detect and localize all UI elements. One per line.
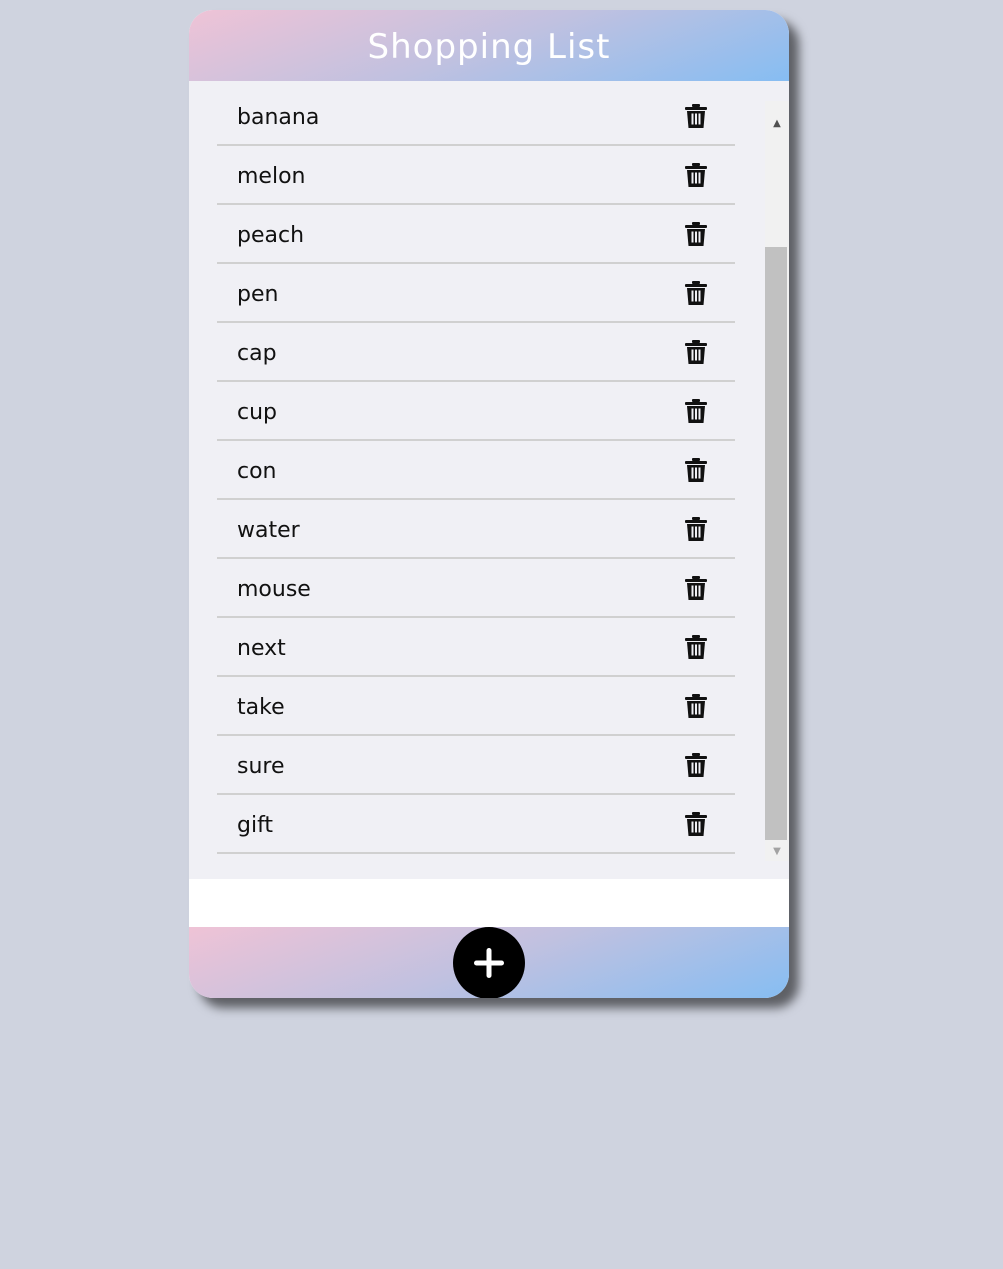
list-item-label: take	[237, 695, 285, 720]
list-item-label: melon	[237, 164, 306, 189]
scroll-down-arrow-icon[interactable]: ▼	[765, 843, 789, 859]
list-item-label: sure	[237, 754, 285, 779]
trash-icon[interactable]	[685, 576, 707, 600]
list-item[interactable]: gift	[217, 795, 735, 854]
list-item-label: mouse	[237, 577, 311, 602]
trash-icon[interactable]	[685, 694, 707, 718]
trash-icon[interactable]	[685, 753, 707, 777]
list-item[interactable]: next	[217, 618, 735, 677]
plus-icon	[474, 948, 504, 978]
list-item[interactable]: take	[217, 677, 735, 736]
list-item-label: cap	[237, 341, 277, 366]
scroll-up-arrow-icon[interactable]: ▲	[765, 115, 789, 131]
shopping-list[interactable]: banana melon peach pen cap cup con water mouse ne…	[189, 81, 789, 879]
scrollbar-thumb[interactable]	[765, 247, 787, 840]
list-item-label: peach	[237, 223, 305, 248]
list-item[interactable]: melon	[217, 146, 735, 205]
list-item-label: next	[237, 636, 286, 661]
list-item[interactable]: banana	[217, 87, 735, 146]
vertical-scrollbar[interactable]: ▲ ▼	[765, 101, 789, 861]
list-item[interactable]: cap	[217, 323, 735, 382]
list-item[interactable]: peach	[217, 205, 735, 264]
list-item[interactable]: sure	[217, 736, 735, 795]
list-items: banana melon peach pen cap cup con water mouse ne…	[217, 87, 735, 854]
trash-icon[interactable]	[685, 222, 707, 246]
list-item[interactable]: pen	[217, 264, 735, 323]
trash-icon[interactable]	[685, 458, 707, 482]
trash-icon[interactable]	[685, 812, 707, 836]
list-item[interactable]: mouse	[217, 559, 735, 618]
trash-icon[interactable]	[685, 635, 707, 659]
trash-icon[interactable]	[685, 399, 707, 423]
list-item[interactable]: cup	[217, 382, 735, 441]
trash-icon[interactable]	[685, 104, 707, 128]
header: Shopping List	[189, 10, 789, 81]
footer	[189, 927, 789, 998]
list-item-label: gift	[237, 813, 274, 838]
trash-icon[interactable]	[685, 281, 707, 305]
list-item-label: cup	[237, 400, 278, 425]
trash-icon[interactable]	[685, 163, 707, 187]
list-item[interactable]: con	[217, 441, 735, 500]
list-item-label: water	[237, 518, 300, 543]
page-title: Shopping List	[367, 26, 611, 67]
trash-icon[interactable]	[685, 340, 707, 364]
list-item-label: pen	[237, 282, 279, 307]
add-item-button[interactable]	[453, 927, 525, 998]
list-item[interactable]: water	[217, 500, 735, 559]
shopping-list-app: Shopping List banana melon peach pen cap cup c…	[189, 10, 789, 998]
list-item-label: banana	[237, 105, 320, 130]
trash-icon[interactable]	[685, 517, 707, 541]
list-item-label: con	[237, 459, 277, 484]
